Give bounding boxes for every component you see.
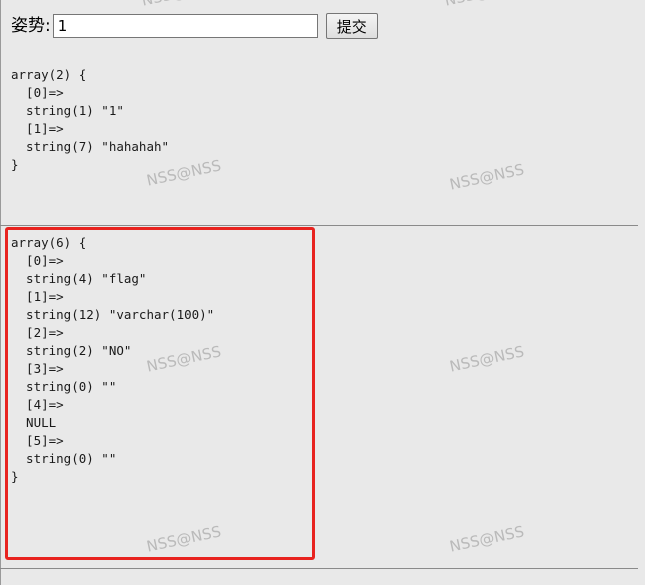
watermark: NSS@NSS [443,0,521,10]
horizontal-rule [0,568,638,569]
watermark: NSS@NSS [140,0,218,10]
query-form: 姿势: 提交 [11,12,378,40]
watermark: NSS@NSS [448,342,526,376]
horizontal-rule [0,225,638,226]
watermark: NSS@NSS [448,160,526,194]
watermark: NSS@NSS [448,522,526,556]
submit-button[interactable]: 提交 [325,13,378,39]
highlight-box [5,227,315,560]
page-left-border [0,0,1,585]
query-input[interactable] [52,14,318,38]
form-label: 姿势: [11,16,51,36]
var-dump-output-1: array(2) { [0]=> string(1) "1" [1]=> str… [11,67,170,172]
